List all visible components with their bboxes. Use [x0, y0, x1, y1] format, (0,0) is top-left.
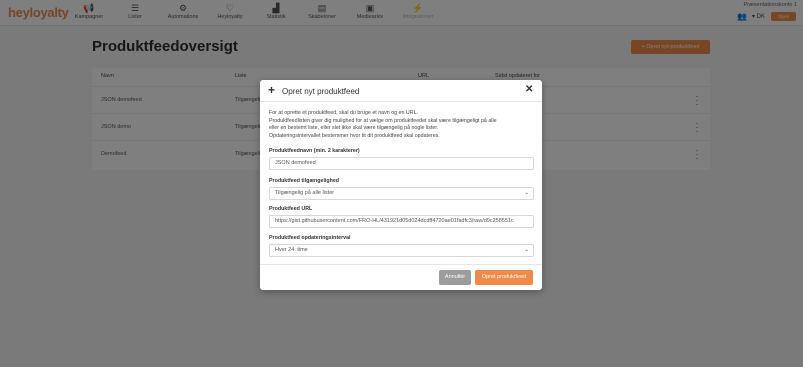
modal-title: Opret nyt produktfeed — [282, 87, 360, 96]
modal-intro-text: For at oprette et produktfeed, skal du b… — [269, 110, 534, 140]
feed-url-value: https://gist.githubusercontent.com/FRO-H… — [275, 218, 514, 224]
feed-name-label: Produktfeednavn (min. 2 karakterer) — [269, 148, 360, 154]
availability-value: Tilgængelig på alle lister — [275, 190, 335, 196]
feed-name-input[interactable]: JSON demofeed — [269, 157, 534, 170]
create-feed-modal: + Opret nyt produktfeed ✕ For at oprette… — [260, 80, 542, 290]
availability-label: Produktfeed tilgængelighed — [269, 178, 340, 184]
intro-line: Produktfeedlisten giver dig mulighed for… — [269, 117, 497, 124]
feed-name-value: JSON demofeed — [275, 160, 316, 166]
interval-label: Produktfeed opdateringsinterval — [269, 235, 351, 241]
close-icon[interactable]: ✕ — [525, 85, 533, 95]
feed-url-input[interactable]: https://gist.githubusercontent.com/FRO-H… — [269, 215, 534, 228]
modal-header: + Opret nyt produktfeed ✕ — [260, 80, 542, 102]
modal-footer: Annullér Opret produktfeed — [260, 264, 542, 290]
url-label: Produktfeed URL — [269, 206, 313, 212]
chevron-down-icon: ⌄ — [524, 190, 529, 196]
intro-line: eller en bestemt liste, eller slet ikke … — [269, 125, 439, 131]
submit-create-feed-button[interactable]: Opret produktfeed — [475, 270, 533, 285]
cancel-button[interactable]: Annullér — [439, 270, 471, 285]
intro-line: For at oprette et produktfeed, skal du b… — [269, 110, 418, 116]
chevron-down-icon: ⌄ — [524, 247, 529, 253]
intro-line: Opdateringsintervallet bestemmer hvor ti… — [269, 132, 440, 139]
interval-value: Hver 24. time — [275, 247, 308, 253]
interval-select[interactable]: Hver 24. time ⌄ — [269, 244, 534, 257]
availability-select[interactable]: Tilgængelig på alle lister ⌄ — [269, 187, 534, 200]
plus-icon: + — [268, 83, 276, 97]
